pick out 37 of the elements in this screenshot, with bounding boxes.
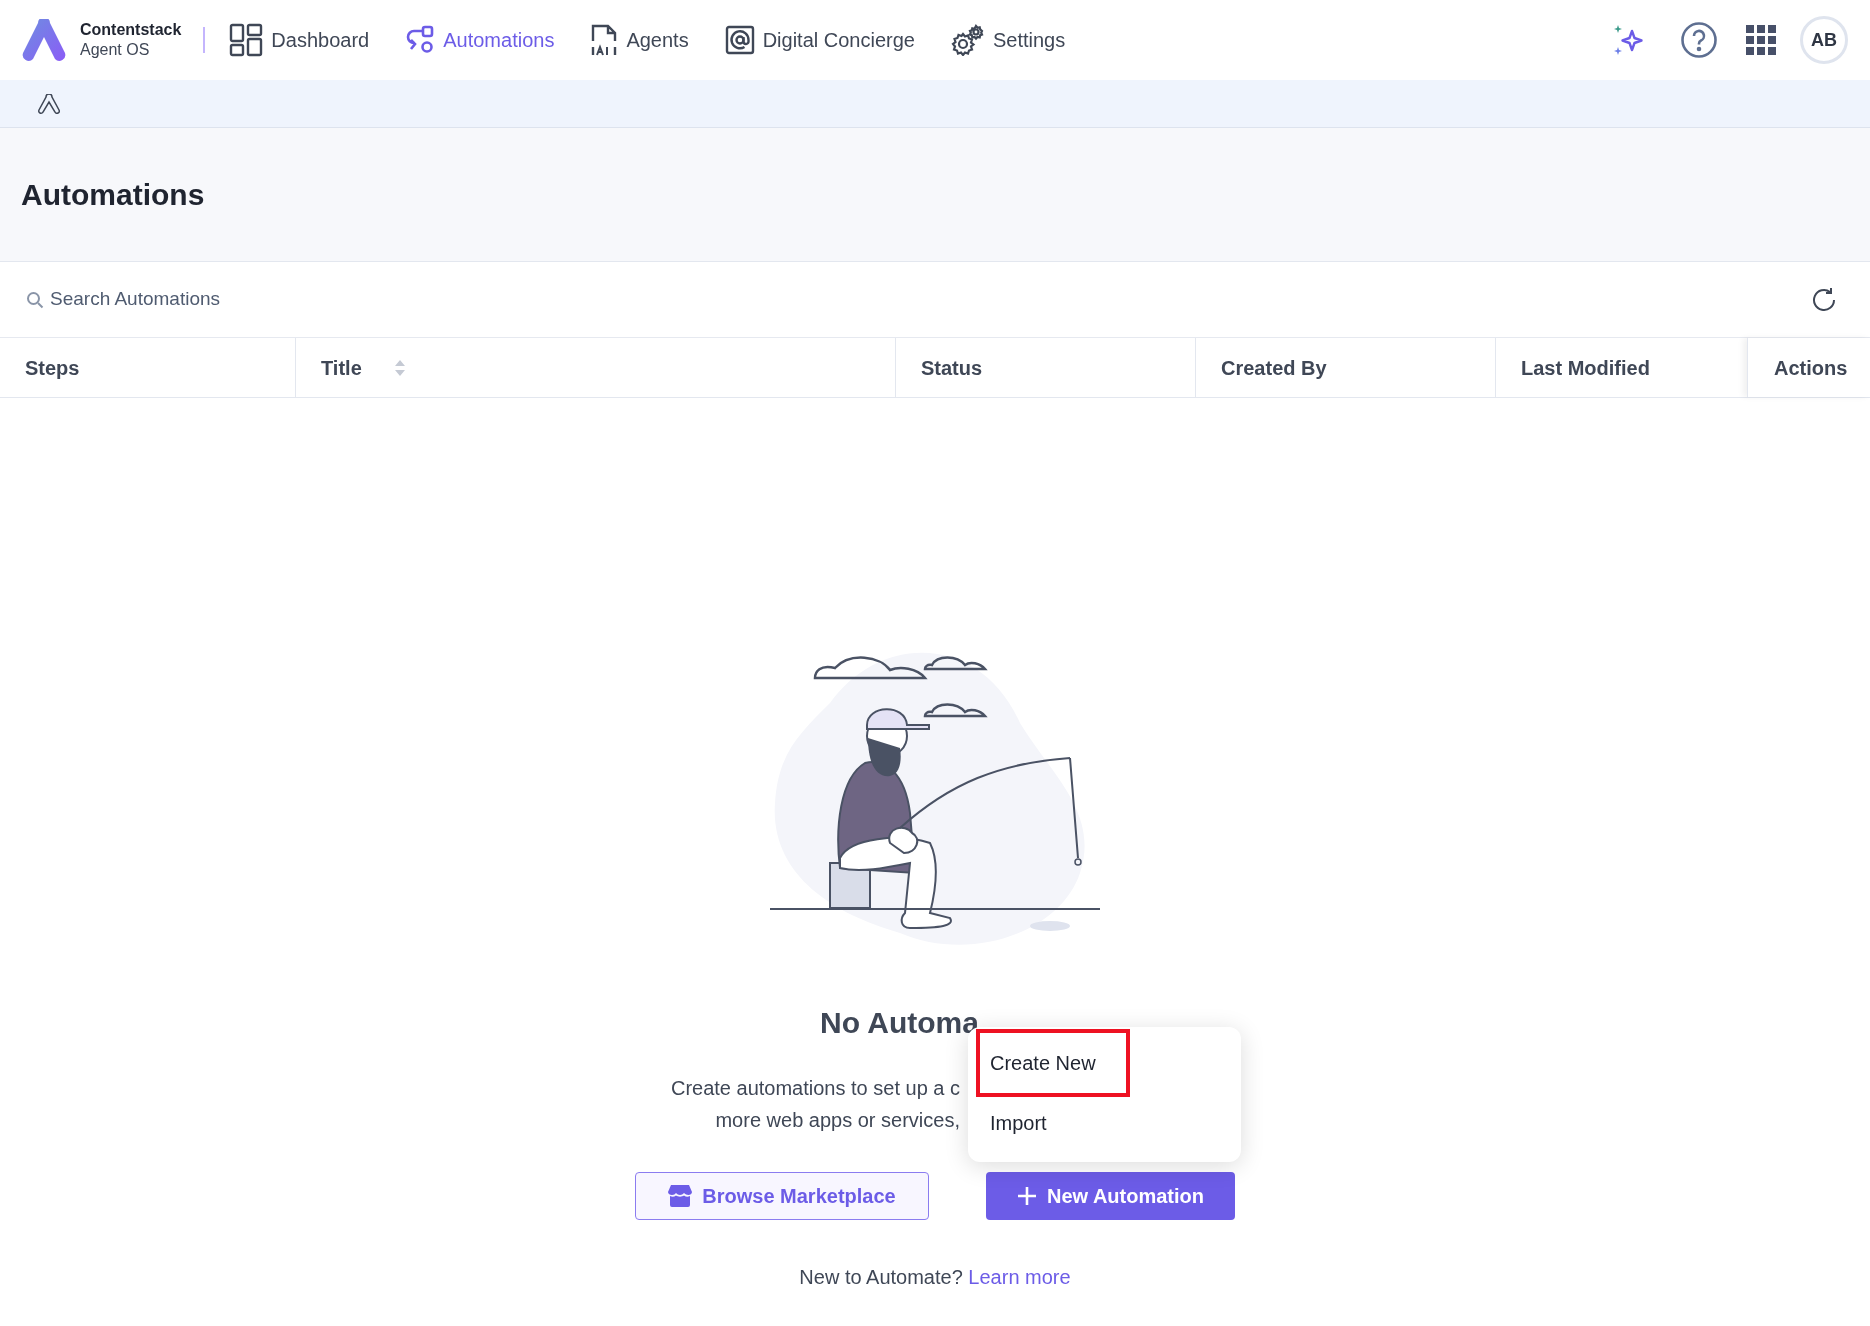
- logo-icon[interactable]: [22, 19, 66, 61]
- search-field[interactable]: Search Automations: [50, 285, 526, 314]
- store-icon: [668, 1185, 693, 1207]
- plus-icon: [1017, 1186, 1037, 1206]
- page-title: Automations: [21, 177, 205, 213]
- gears-icon: [950, 24, 985, 56]
- search-icon: [26, 290, 44, 309]
- ai-document-icon: [590, 23, 619, 57]
- refresh-icon[interactable]: [1810, 285, 1838, 314]
- workflow-icon: [405, 25, 436, 55]
- footer-text: New to Automate?: [799, 1266, 963, 1288]
- user-avatar[interactable]: AB: [1800, 16, 1848, 64]
- empty-state-heading: No Automa: [820, 1005, 979, 1041]
- column-header[interactable]: Created By: [1195, 338, 1495, 397]
- nav-tab[interactable]: Automations: [405, 25, 555, 55]
- new-automation-button[interactable]: New Automation: [986, 1172, 1235, 1220]
- brand-name: Contentstack: [80, 20, 182, 40]
- nav-tab[interactable]: Digital Concierge: [724, 25, 915, 55]
- description-text: Create automations to set up a c: [670, 1076, 960, 1101]
- learn-more-link[interactable]: Learn more: [968, 1266, 1071, 1288]
- column-header[interactable]: Status: [895, 338, 1195, 397]
- at-sign-icon: [724, 25, 755, 55]
- help-icon[interactable]: [1680, 21, 1718, 59]
- description-text: more web apps or services,: [715, 1108, 960, 1133]
- dashboard-icon: [229, 23, 264, 57]
- column-header[interactable]: Actions: [1747, 338, 1870, 397]
- browse-marketplace-button[interactable]: Browse Marketplace: [635, 1172, 929, 1220]
- nav-tab[interactable]: Dashboard: [229, 23, 370, 57]
- nav-tab[interactable]: Settings: [950, 24, 1066, 56]
- menu-item[interactable]: Create New: [976, 1029, 1130, 1097]
- column-header[interactable]: Title: [295, 338, 895, 397]
- apps-grid-icon[interactable]: [1746, 25, 1776, 55]
- column-header[interactable]: Steps: [0, 338, 295, 397]
- nav-tab[interactable]: Agents: [590, 23, 689, 57]
- logo-outline-icon[interactable]: [38, 93, 60, 114]
- column-header[interactable]: Last Modified: [1495, 338, 1747, 397]
- product-name: Agent OS: [80, 40, 151, 60]
